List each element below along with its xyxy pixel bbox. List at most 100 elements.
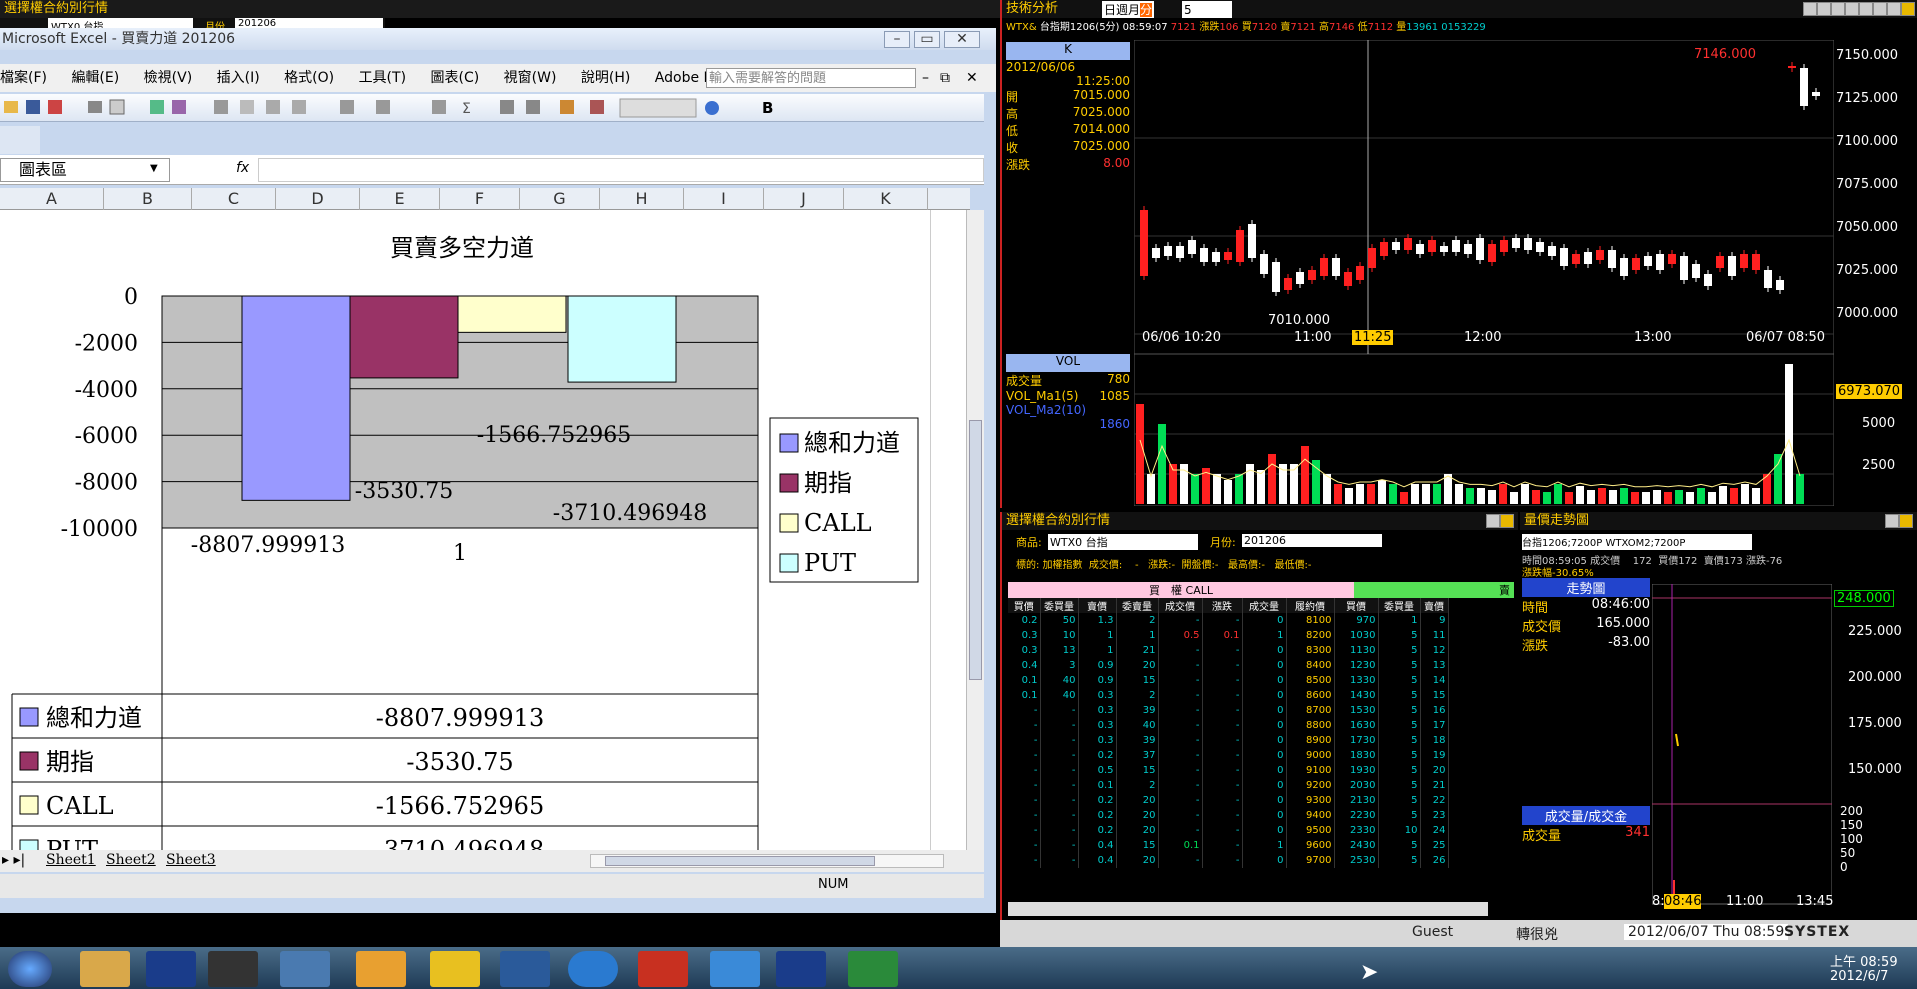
toolbar-icons[interactable]: Σ [0, 94, 760, 122]
table-row[interactable]: - -0.2 20- -0 9500 2330 10 24 [1008, 823, 1449, 838]
chart-area[interactable]: 買賣多空力道 0 -2000 -4000 -6000 -8000 -10000 1 -8807… [0, 210, 966, 871]
menu-edit[interactable]: 編輯(E) [71, 70, 119, 86]
options-col-header[interactable]: 賣價 [1078, 598, 1117, 613]
table-row[interactable]: 0.3 10 1 1 0.5 0.1 1 8200 1030 5 11 [1008, 628, 1449, 643]
trend-chart[interactable] [1652, 584, 1832, 914]
maximize-button[interactable]: ▭ [914, 31, 940, 48]
menu-view[interactable]: 檢視(V) [144, 70, 193, 86]
tab-sheet2[interactable]: Sheet2 [106, 852, 156, 868]
concord-icon[interactable] [146, 951, 196, 987]
app3-icon[interactable] [430, 951, 480, 987]
table-row[interactable]: - -0.3 39- -0 8900 1730 5 18 [1008, 733, 1449, 748]
tab-sheet3[interactable]: Sheet3 [166, 852, 216, 868]
col-D[interactable]: D [276, 188, 360, 210]
period-week[interactable]: 週 [1116, 3, 1128, 17]
horizontal-scrollbar[interactable] [590, 854, 944, 868]
options-col-header[interactable]: 買價 [1334, 598, 1379, 613]
col-I[interactable]: I [684, 188, 764, 210]
period-selector[interactable]: 日週月分 [1102, 1, 1155, 18]
trend-symbol-select[interactable]: 台指1206;7200P WTXOM2;7200P [1522, 534, 1752, 550]
explorer-icon[interactable] [80, 951, 130, 987]
trend-window-controls[interactable] [1885, 514, 1913, 530]
col-H[interactable]: H [600, 188, 684, 210]
name-box[interactable]: 圖表區 [0, 158, 170, 182]
concord2-icon[interactable] [776, 951, 826, 987]
worksheet[interactable]: 買賣多空力道 0 -2000 -4000 -6000 -8000 -10000 1 -8807… [0, 210, 966, 871]
app2-icon[interactable] [356, 951, 406, 987]
col-F[interactable]: F [440, 188, 520, 210]
col-B[interactable]: B [104, 188, 192, 210]
candlestick-chart[interactable]: 7146.000 7010.000 [1134, 40, 1834, 354]
menu-format[interactable]: 格式(O) [284, 70, 334, 86]
period-minute[interactable]: 分 [1140, 3, 1153, 17]
interval-select[interactable]: 5 [1182, 1, 1232, 18]
table-row[interactable]: - -0.3 40- -0 8800 1630 5 17 [1008, 718, 1449, 733]
table-row[interactable]: - -0.2 37- -0 9000 1830 5 19 [1008, 748, 1449, 763]
options-col-header[interactable]: 委賣量 [1116, 598, 1159, 613]
menu-help[interactable]: 說明(H) [581, 70, 630, 86]
col-K[interactable]: K [844, 188, 928, 210]
app-icon[interactable] [208, 951, 258, 987]
table-row[interactable]: - -0.4 20- -0 9700 2530 5 26 [1008, 853, 1449, 868]
menu-file[interactable]: 檔案(F) [0, 70, 47, 86]
tab-nav-icon[interactable]: ▸ ▸| [2, 852, 25, 868]
options-col-header[interactable]: 漲跌 [1202, 598, 1243, 613]
close-button[interactable]: ✕ [944, 31, 980, 48]
options-col-header[interactable]: 履約價 [1286, 598, 1335, 613]
table-row[interactable]: - -0.2 20- -0 9400 2230 5 23 [1008, 808, 1449, 823]
col-E[interactable]: E [360, 188, 440, 210]
start-button[interactable] [8, 951, 52, 987]
menu-min-icon[interactable]: – [922, 64, 929, 92]
col-G[interactable]: G [520, 188, 600, 210]
users-icon[interactable] [280, 951, 330, 987]
bold-button[interactable]: B [762, 99, 773, 117]
menu-window[interactable]: 視窗(W) [504, 70, 557, 86]
table-row[interactable]: - -0.5 15- -0 9100 1930 5 20 [1008, 763, 1449, 778]
fx-icon[interactable]: fx [236, 160, 249, 176]
menu-chart[interactable]: 圖表(C) [431, 70, 480, 86]
tab-sheet1[interactable]: Sheet1 [46, 852, 96, 868]
table-row[interactable]: - -0.3 39- -0 8700 1530 5 16 [1008, 703, 1449, 718]
col-A[interactable]: A [0, 188, 104, 210]
options-month-select[interactable]: 201206 [1242, 534, 1382, 547]
options-hscroll[interactable] [1008, 902, 1488, 916]
table-row[interactable]: 0.2 50 1.3 2- -0 8100 970 1 9 [1008, 613, 1449, 628]
vertical-scrollbar[interactable] [966, 210, 984, 870]
ie-icon[interactable] [568, 951, 618, 987]
options-col-header[interactable]: 買價 [1008, 598, 1041, 613]
options-col-header[interactable]: 賣價 [1420, 598, 1449, 613]
app4-icon[interactable] [638, 951, 688, 987]
table-row[interactable]: 0.3 13 1 21- -0 8300 1130 5 12 [1008, 643, 1449, 658]
period-month[interactable]: 月 [1128, 3, 1140, 17]
monitor-icon[interactable] [500, 951, 550, 987]
table-row[interactable]: 0.1 40 0.9 15- -0 8500 1330 5 14 [1008, 673, 1449, 688]
menu-restore-icon[interactable]: ⧉ [940, 64, 950, 92]
volume-chart[interactable] [1134, 354, 1834, 506]
clock-time[interactable]: 上午 08:59 [1830, 951, 1898, 970]
product-select[interactable]: WTX0 台指 [1048, 534, 1198, 550]
table-row[interactable]: 0.1 40 0.3 2- -0 8600 1430 5 15 [1008, 688, 1449, 703]
col-C[interactable]: C [192, 188, 276, 210]
formula-input[interactable] [258, 158, 984, 182]
table-row[interactable]: - -0.1 2- -0 9200 2030 5 21 [1008, 778, 1449, 793]
minimize-button[interactable]: – [884, 31, 910, 48]
options-col-header[interactable]: 委買量 [1040, 598, 1079, 613]
options-col-header[interactable]: 成交量 [1242, 598, 1287, 613]
chevron-down-icon[interactable]: ▼ [150, 163, 158, 174]
help-search-input[interactable]: 輸入需要解答的問題 [706, 68, 916, 88]
options-window-controls[interactable] [1486, 514, 1514, 530]
options-col-header[interactable]: 委買量 [1378, 598, 1421, 613]
excel-taskbar-icon[interactable] [848, 951, 898, 987]
menu-insert[interactable]: 插入(I) [217, 70, 260, 86]
options-col-header[interactable]: 成交價 [1158, 598, 1203, 613]
chart-toolbar[interactable] [0, 126, 40, 154]
period-day[interactable]: 日 [1104, 3, 1116, 17]
table-row[interactable]: - -0.4 15 0.1-1 9600 2430 5 25 [1008, 838, 1449, 853]
menu-tools[interactable]: 工具(T) [359, 70, 406, 86]
col-J[interactable]: J [764, 188, 844, 210]
clock-date[interactable]: 2012/6/7 [1830, 969, 1888, 984]
table-row[interactable]: - -0.2 20- -0 9300 2130 5 22 [1008, 793, 1449, 808]
window-controls[interactable] [1803, 2, 1915, 18]
menu-close-icon[interactable]: ✕ [966, 64, 978, 92]
app5-icon[interactable] [710, 951, 760, 987]
